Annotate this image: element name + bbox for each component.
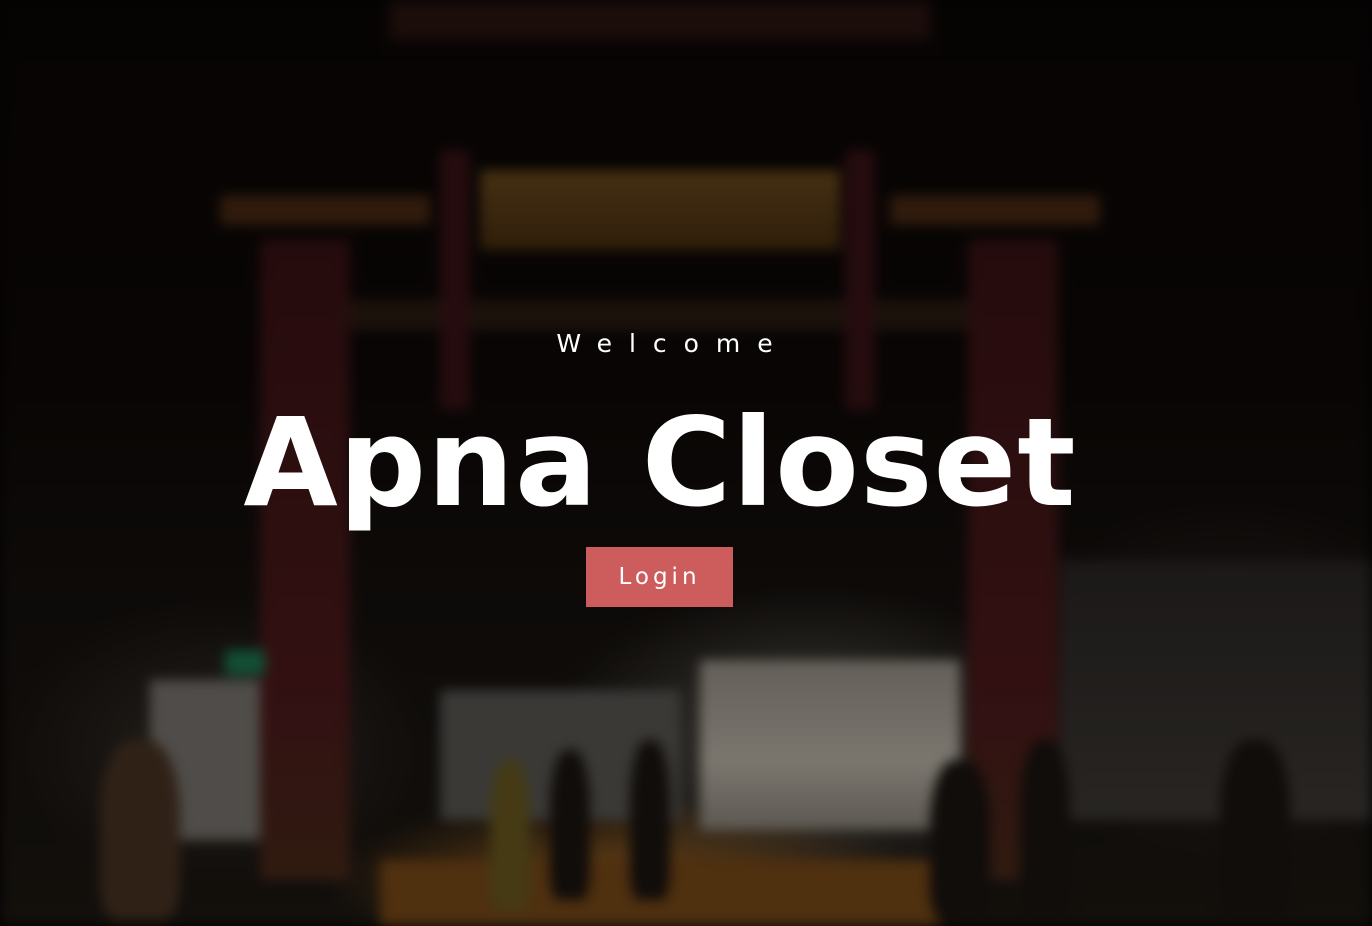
login-button[interactable]: Login (586, 547, 733, 607)
hero-content: Welcome Apna Closet Login (0, 0, 1372, 926)
site-title: Apna Closet (243, 392, 1077, 534)
welcome-text: Welcome (556, 329, 790, 358)
hero-section: Welcome Apna Closet Login (0, 0, 1372, 926)
